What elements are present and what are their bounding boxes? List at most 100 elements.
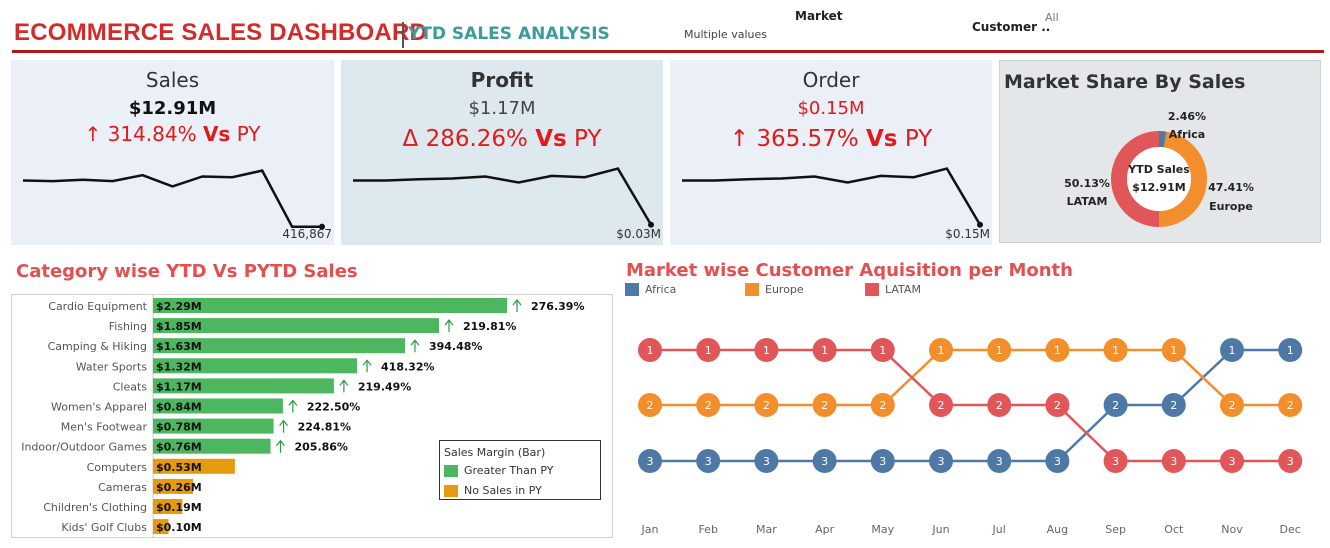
donut-center-value: $12.91M (1132, 181, 1185, 194)
market-share-donut: YTD Sales $12.91M 2.46% Africa 47.41% Europe 5… (1064, 110, 1254, 227)
rank-label: 3 (705, 455, 712, 468)
rank-label: 3 (1287, 455, 1294, 468)
market-filter-dropdown[interactable]: Multiple values (684, 28, 767, 41)
bar-value-label: $1.32M (156, 360, 202, 373)
category-label: Water Sports (76, 360, 148, 373)
bar-value-label: $0.76M (156, 441, 202, 454)
growth-up-arrow-icon (512, 299, 522, 312)
up-arrow-icon: ↑ (729, 126, 750, 152)
dashboard-subtitle: YTD SALES ANALYSIS (408, 24, 610, 44)
bar-value-label: $0.10M (156, 521, 202, 534)
category-chart-title: Category wise YTD Vs PYTD Sales (16, 261, 358, 282)
bar-value-label: $0.19M (156, 501, 202, 514)
rank-label: 1 (705, 344, 712, 357)
rank-label: 2 (1054, 399, 1061, 412)
category-label: Camping & Hiking (48, 340, 147, 353)
month-tick-label: Mar (756, 523, 777, 536)
category-bar-chart: Cardio Equipment $2.29M 276.39% Fishing $1.8… (21, 295, 584, 537)
category-chart-panel: Cardio Equipment $2.29M 276.39% Fishing $1.8… (11, 294, 613, 538)
rank-label: 3 (1054, 455, 1061, 468)
kpi-card-sales: 416,867 Sales $12.91M ↑ 314.84% Vs PY (11, 60, 334, 245)
month-tick-label: May (871, 523, 894, 536)
month-tick-label: Apr (815, 523, 835, 536)
sparkline-path (22, 169, 322, 228)
rank-label: 2 (1170, 399, 1177, 412)
category-label: Cleats (113, 380, 148, 393)
growth-pct-label: 394.48% (429, 340, 482, 353)
rank-label: 2 (1112, 399, 1119, 412)
category-label: Women's Apparel (51, 401, 147, 414)
bar-value-label: $2.29M (156, 300, 202, 313)
growth-up-arrow-icon (279, 419, 289, 433)
series-line-europe (650, 348, 1291, 407)
month-tick-label: Jan (641, 523, 659, 536)
dashboard-title: ECOMMERCE SALES DASHBOARD (14, 19, 428, 46)
month-tick-label: Aug (1047, 523, 1068, 536)
growth-pct-label: 205.86% (294, 441, 347, 454)
rank-label: 1 (1287, 344, 1294, 357)
kpi-card-order: $0.15M Order $0.15M ↑ 365.57% Vs PY (670, 60, 992, 245)
legend-item-nosales: No Sales in PY (444, 484, 542, 497)
kpi-value: $12.91M (128, 98, 217, 119)
legend-item-africa: Africa (625, 283, 676, 296)
rank-label: 1 (1112, 344, 1119, 357)
kpi-title: Profit (470, 68, 534, 92)
rank-label: 1 (879, 344, 886, 357)
slice-label-name: Africa (1169, 128, 1205, 141)
rank-label: 2 (763, 399, 770, 412)
rank-label: 2 (1287, 399, 1294, 412)
title-divider (402, 22, 404, 48)
growth-up-arrow-icon (276, 439, 285, 453)
rank-label: 2 (996, 399, 1003, 412)
kpi-value: $0.15M (797, 98, 865, 119)
legend-item-europe: Europe (745, 283, 804, 296)
donut-hole (1127, 147, 1191, 211)
category-label: Kids' Golf Clubs (61, 521, 147, 534)
month-tick-label: Jul (992, 523, 1006, 536)
slice-label-name: Europe (1209, 200, 1253, 213)
legend-swatch (444, 464, 458, 477)
sparkline-end-label: $0.03M (616, 227, 661, 241)
rank-label: 2 (938, 399, 945, 412)
acquisition-bump-chart: 3 3 3 3 3 3 3 3 2 2 1 1 2 2 2 2 2 1 1 1 1 1 2 2 1 1 1 1 1 2 2 2 3 3 3 3 Jan F… (638, 338, 1303, 536)
legend-label: Africa (645, 283, 677, 296)
rank-label: 2 (879, 399, 886, 412)
rank-label: 1 (1170, 344, 1177, 357)
growth-pct-label: 224.81% (298, 421, 351, 434)
month-tick-label: Nov (1221, 523, 1243, 536)
kpi-change-vs: Vs (866, 126, 898, 152)
customer-filter-label: Customer .. (972, 20, 1051, 34)
growth-pct-label: 219.49% (358, 380, 411, 393)
kpi-change-py: PY (904, 126, 933, 152)
slice-label-pct: 2.46% (1168, 110, 1206, 123)
rank-label: 3 (1229, 455, 1236, 468)
customer-filter-dropdown[interactable]: All (1045, 11, 1059, 24)
month-tick-label: Feb (698, 523, 717, 536)
rank-label: 2 (821, 399, 828, 412)
category-label: Children's Clothing (43, 501, 147, 514)
sparkline-path (682, 167, 982, 226)
legend-title: Sales Margin (Bar) (444, 446, 546, 459)
growth-up-arrow-icon (410, 339, 420, 353)
rank-label: 1 (996, 344, 1003, 357)
slice-label-name: LATAM (1067, 195, 1108, 208)
kpi-change: Δ 286.26% Vs PY (341, 126, 663, 152)
rank-label: 1 (1054, 344, 1061, 357)
bar-value-label: $0.84M (156, 401, 202, 414)
rank-label: 3 (1170, 455, 1177, 468)
bar-value-label: $0.26M (156, 481, 202, 494)
growth-pct-label: 276.39% (531, 300, 584, 313)
sales-margin-legend: Sales Margin (Bar) Greater Than PY No Sa… (439, 440, 601, 500)
growth-up-arrow-icon (444, 319, 454, 333)
rank-label: 3 (1112, 455, 1119, 468)
kpi-title: Sales (145, 68, 200, 92)
category-label: Cardio Equipment (48, 300, 147, 313)
legend-swatch (745, 283, 759, 296)
category-label: Men's Footwear (61, 421, 148, 434)
growth-up-arrow-icon (288, 399, 298, 413)
rank-label: 2 (1229, 399, 1236, 412)
rank-label: 3 (647, 455, 654, 468)
category-label: Computers (87, 461, 148, 474)
rank-label: 1 (1229, 344, 1236, 357)
legend-label: Europe (765, 283, 804, 296)
